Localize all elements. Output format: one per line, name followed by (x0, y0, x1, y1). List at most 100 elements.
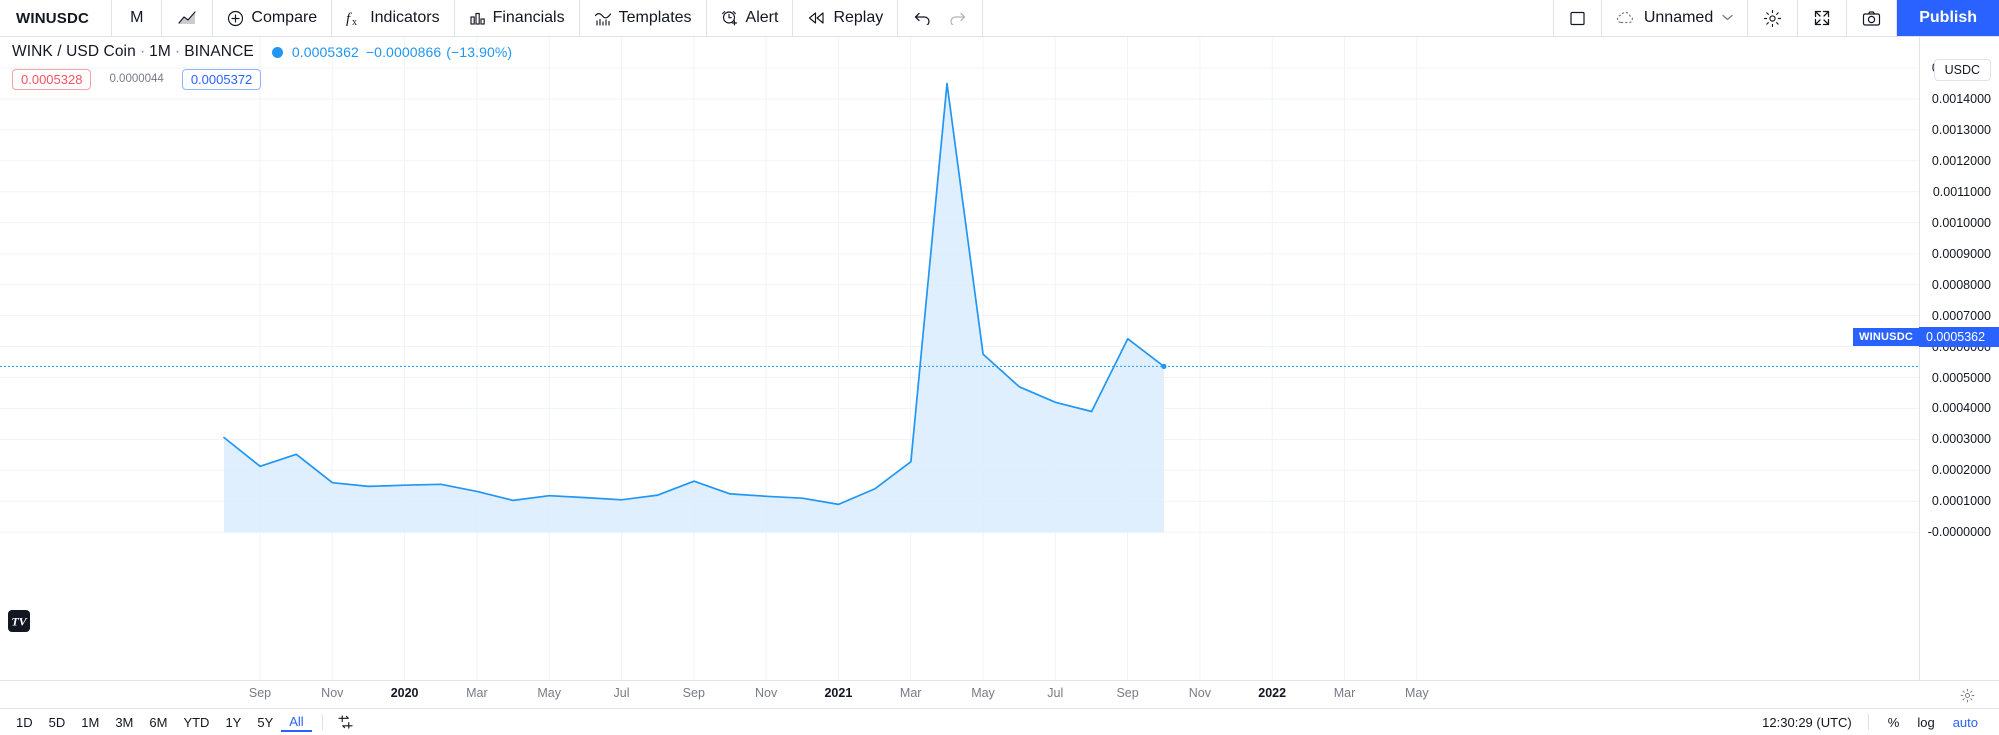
undo-icon[interactable] (914, 11, 931, 25)
replay-label: Replay (833, 9, 884, 26)
chevron-down-icon (1722, 12, 1733, 24)
camera-icon (1862, 10, 1881, 27)
plus-circle-icon (227, 10, 244, 27)
price-label: 0.0013000 (1931, 122, 1991, 137)
time-label: 2022 (1258, 686, 1287, 700)
toolbar-spacer (983, 0, 1554, 36)
legend-exchange: BINANCE (184, 43, 254, 60)
legend-separator-1: · (139, 43, 146, 60)
range-button-6m[interactable]: 6M (141, 713, 175, 732)
bottombar-right-group: 12:30:29 (UTC) % log auto (1762, 713, 1999, 732)
legend-interval[interactable]: 1M (149, 43, 171, 61)
price-label: 0.0004000 (1931, 401, 1991, 416)
series-color-dot-icon (271, 46, 283, 58)
tradingview-logo-icon[interactable]: TV (8, 610, 30, 637)
range-button-1d[interactable]: 1D (8, 713, 41, 732)
date-range-icon[interactable] (333, 714, 358, 730)
snapshot-button[interactable] (1847, 0, 1898, 36)
scale-settings-icon[interactable] (1960, 688, 1975, 708)
top-toolbar: WINUSDC M Compare f x Indicators Financi… (0, 0, 1999, 37)
undo-redo-group (898, 0, 984, 36)
symbol-label: WINUSDC (16, 9, 90, 27)
price-label: 0.0003000 (1931, 432, 1991, 447)
ohlc-close-badge: 0.0005372 (181, 69, 262, 90)
fullscreen-icon (1813, 9, 1831, 27)
range-button-3m[interactable]: 3M (107, 713, 141, 732)
interval-button[interactable]: M (112, 0, 163, 36)
percent-scale-button[interactable]: % (1879, 713, 1909, 732)
symbol-search-button[interactable]: WINUSDC (0, 0, 113, 36)
chart-legend: WINK / USD Coin · 1M · BINANCE 0.0005362… (12, 42, 512, 90)
templates-icon (594, 10, 612, 27)
range-button-1y[interactable]: 1Y (217, 713, 249, 732)
indicators-button[interactable]: f x Indicators (332, 0, 455, 36)
gear-icon (1763, 9, 1782, 28)
fullscreen-button[interactable] (1798, 0, 1848, 36)
price-label: 0.0007000 (1931, 308, 1991, 323)
range-button-ytd[interactable]: YTD (175, 713, 217, 732)
layout-name-button[interactable]: Unnamed (1602, 0, 1749, 36)
price-scale[interactable]: 0.00150000.00140000.00130000.00120000.00… (1919, 37, 1999, 680)
time-label: Nov (754, 686, 778, 700)
legend-symbol-title[interactable]: WINK / USD Coin (12, 43, 136, 61)
alarm-clock-plus-icon (721, 9, 739, 27)
range-button-all[interactable]: All (281, 712, 312, 732)
price-label: 0.0010000 (1931, 215, 1991, 230)
currency-pill[interactable]: USDC (1933, 59, 1991, 81)
price-label: 0.0002000 (1931, 463, 1991, 478)
publish-button[interactable]: Publish (1897, 0, 1999, 36)
cloud-icon (1616, 11, 1635, 25)
price-label: 0.0005000 (1931, 370, 1991, 385)
redo-icon[interactable] (949, 11, 966, 25)
price-label: 0.0014000 (1931, 91, 1991, 106)
layout-square-icon (1569, 10, 1586, 27)
chart-plot-area[interactable]: TV WINUSDC (0, 37, 1919, 680)
compare-button[interactable]: Compare (213, 0, 333, 36)
chart-style-button[interactable] (162, 0, 214, 36)
time-label: 2020 (390, 686, 419, 700)
current-price-tag: 0.0005362 (1919, 327, 1999, 347)
time-label: 2021 (824, 686, 853, 700)
range-button-5y[interactable]: 5Y (249, 713, 281, 732)
legend-title-row: WINK / USD Coin · 1M · BINANCE 0.0005362… (12, 42, 512, 62)
replay-rewind-icon (807, 11, 826, 25)
time-label: May (971, 686, 995, 700)
log-scale-button[interactable]: log (1908, 713, 1943, 732)
financials-button[interactable]: Financials (455, 0, 580, 36)
time-label: Nov (321, 686, 344, 700)
price-area-series (0, 37, 1919, 680)
replay-button[interactable]: Replay (793, 0, 899, 36)
templates-button[interactable]: Templates (580, 0, 707, 36)
legend-change-pct: (−13.90%) (446, 44, 513, 60)
bar-chart-icon (469, 10, 486, 27)
time-label: Sep (248, 686, 272, 700)
templates-label: Templates (618, 9, 692, 26)
financials-label: Financials (492, 9, 565, 26)
time-scale[interactable]: Sep Nov 2020 Mar May Jul Sep Nov 2021 Mar May Jul Se… (0, 680, 1999, 708)
ohlc-open-badge: 0.0005328 (12, 69, 92, 90)
price-label: 0.0008000 (1931, 277, 1991, 292)
alert-label: Alert (745, 9, 779, 26)
tradingview-chart-app: WINUSDC M Compare f x Indicators Financi… (0, 0, 1999, 735)
price-label: 0.0012000 (1931, 153, 1991, 168)
legend-change-abs: −0.0000866 (365, 44, 442, 60)
range-selector[interactable]: 1D 5D 1M 3M 6M YTD 1Y 5Y All (0, 712, 312, 732)
time-label: Mar (466, 686, 488, 700)
range-button-1m[interactable]: 1M (73, 713, 107, 732)
bottombar-divider-2 (1867, 714, 1869, 730)
svg-text:x: x (352, 17, 357, 27)
price-label: 0.0009000 (1931, 246, 1991, 261)
area-chart-icon (177, 8, 197, 28)
time-label: Mar (1333, 686, 1356, 700)
range-button-5d[interactable]: 5D (41, 713, 74, 732)
time-label: Mar (899, 686, 922, 700)
last-price-dot (1161, 363, 1167, 369)
time-label: May (1404, 686, 1429, 700)
alert-button[interactable]: Alert (707, 0, 794, 36)
indicators-label: Indicators (370, 9, 440, 26)
time-label: Sep (1116, 686, 1139, 700)
layout-select-button[interactable] (1554, 0, 1602, 36)
settings-button[interactable] (1748, 0, 1799, 36)
auto-scale-button[interactable]: auto (1944, 713, 1987, 732)
price-label: 0.0001000 (1931, 494, 1991, 509)
